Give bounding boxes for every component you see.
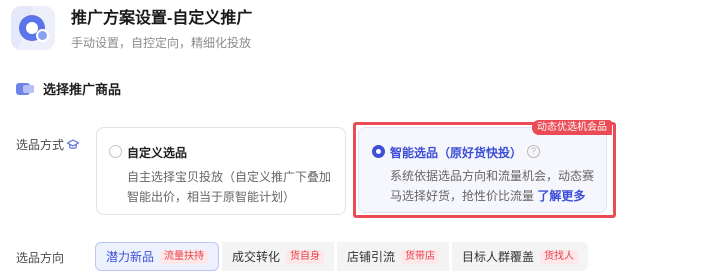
tab-tag: 流量扶持 <box>160 249 209 264</box>
tab-conversion[interactable]: 成交转化 货自身 <box>222 242 335 271</box>
tab-label: 店铺引流 <box>347 250 396 264</box>
tab-store-traffic[interactable]: 店铺引流 货带店 <box>337 242 450 271</box>
tab-tag: 货带店 <box>401 249 440 264</box>
custom-selection-title: 自定义选品 <box>127 146 188 160</box>
smart-selection-title: 智能选品（原好货快投） <box>390 146 523 160</box>
tab-audience-coverage[interactable]: 目标人群覆盖 货找人 <box>452 242 589 271</box>
learn-more-link[interactable]: 了解更多 <box>537 189 585 203</box>
tab-tag: 货自身 <box>286 249 325 264</box>
smart-selection-card[interactable]: 智能选品（原好货快投） ? 系统依据选品方向和流量机会，动态赛马选择好货，抢性价… <box>358 127 607 213</box>
opportunity-badge: 动态优选机会品 <box>532 120 612 135</box>
section-title-text: 选择推广商品 <box>43 82 122 97</box>
section-title: 选择推广商品 <box>16 79 121 98</box>
direction-label: 选品方向 <box>16 251 65 265</box>
page-header: 推广方案设置-自定义推广 手动设置，自控定向，精细化投放 <box>11 6 252 50</box>
page-title: 推广方案设置-自定义推广 <box>71 10 253 27</box>
custom-selection-desc: 自主选择宝贝投放（自定义推广下叠加智能出价，相当于原智能计划） <box>127 170 332 204</box>
product-card-icon <box>16 82 34 96</box>
tab-potential-new[interactable]: 潜力新品 流量扶持 <box>95 242 220 271</box>
tab-label: 成交转化 <box>232 250 281 264</box>
tab-label: 潜力新品 <box>106 250 155 264</box>
smart-selection-radio[interactable] <box>372 145 385 158</box>
plan-logo-icon <box>11 6 55 50</box>
custom-selection-card[interactable]: 自定义选品 自主选择宝贝投放（自定义推广下叠加智能出价，相当于原智能计划） <box>96 127 346 215</box>
page-subtitle: 手动设置，自控定向，精细化投放 <box>71 36 252 50</box>
smart-selection-desc: 系统依据选品方向和流量机会，动态赛马选择好货，抢性价比流量 了解更多 <box>390 166 602 206</box>
tab-label: 目标人群覆盖 <box>462 250 535 264</box>
tab-tag: 货找人 <box>540 249 579 264</box>
selection-method-label: 选品方式 <box>16 136 80 153</box>
question-mark-icon[interactable]: ? <box>527 145 540 158</box>
custom-selection-radio[interactable] <box>109 145 122 158</box>
direction-tabs: 潜力新品 流量扶持 成交转化 货自身 店铺引流 货带店 目标人群覆盖 货找人 <box>95 242 589 271</box>
graduation-cap-icon[interactable] <box>67 138 80 151</box>
